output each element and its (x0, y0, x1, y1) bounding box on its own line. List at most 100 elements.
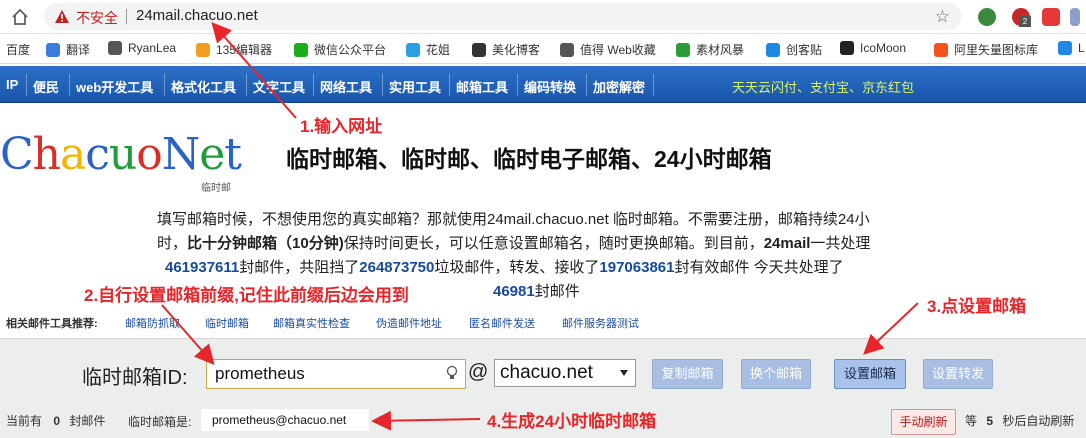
nav-item[interactable]: 文字工具 (253, 77, 305, 96)
logo-letter: h (32, 129, 61, 180)
set-mail-button[interactable]: 设置邮箱 (834, 359, 906, 389)
nav-item[interactable]: 加密解密 (593, 77, 645, 96)
site-nav: 天天云闪付、支付宝、京东红包 IP 便民 web开发工具 格式化工具 文字工具 网络工具实… (0, 66, 1086, 103)
nav-divider (26, 74, 27, 96)
mail-domain-select[interactable]: chacuo.net (494, 359, 636, 387)
bookmark-favicon-icon (294, 42, 308, 57)
manual-refresh-button[interactable]: 手动刷新 (891, 409, 956, 435)
bookmarks-bar: 百度 翻译 RyanLea 135编辑器 微信公众平台 花姐 美化博客 值得 Web收藏 素材风… (0, 34, 1086, 64)
nav-divider (586, 74, 587, 96)
at-sign: @ (468, 361, 489, 383)
wait-prefix: 等 (965, 414, 978, 428)
bookmark-item[interactable]: 花姐 (406, 41, 450, 58)
bookmark-item[interactable]: 值得 Web收藏 (560, 41, 656, 58)
logo-letter: N (161, 129, 200, 180)
nav-item[interactable]: IP (6, 77, 18, 92)
nav-item[interactable]: 编码转换 (524, 77, 576, 96)
nav-divider (246, 74, 247, 96)
bookmark-label: IcoMoon (860, 41, 907, 55)
bookmark-item[interactable]: 阿里矢量图标库 (934, 41, 1038, 58)
extension-menu-icon[interactable] (1070, 8, 1080, 26)
bookmark-label: 值得 Web收藏 (580, 43, 656, 57)
bookmark-item[interactable]: 素材风暴 (676, 41, 744, 58)
nav-divider (164, 74, 165, 96)
logo-letter: o (136, 129, 162, 180)
bookmark-item[interactable]: 百度 (6, 41, 30, 58)
annotation-step4: 4.生成24小时临时邮箱 (487, 412, 657, 431)
bookmark-favicon-icon (766, 42, 780, 57)
wait-seconds: 5 (986, 414, 994, 428)
nav-slogan[interactable]: 天天云闪付、支付宝、京东红包 (732, 77, 914, 96)
bookmark-favicon-icon (1058, 41, 1072, 55)
mail-address-value[interactable]: prometheus@chacuo.net (201, 409, 369, 431)
annotation-step2: 2.自行设置邮箱前缀,记住此前缀后边会用到 (84, 286, 409, 305)
annotation-step3: 3.点设置邮箱 (927, 297, 1027, 316)
bookmark-label: 素材风暴 (696, 43, 745, 57)
intro-text: 保持时间更长，可以任意设置邮箱名，随时更换邮箱。到目前， (343, 235, 764, 252)
bookmark-label: 创客贴 (786, 43, 823, 57)
nav-item[interactable]: 邮箱工具 (456, 77, 508, 96)
total-processed-count: 461937611 (165, 259, 240, 276)
browser-toolbar: 不安全 24mail.chacuo.net ☆ 2 (0, 0, 1086, 34)
related-tool-link[interactable]: 邮箱防抓取 (125, 315, 180, 331)
bookmark-item[interactable]: 135编辑器 (196, 41, 272, 58)
bookmark-favicon-icon (840, 41, 854, 55)
nav-item[interactable]: 便民 (33, 77, 59, 96)
logo-letter: t (224, 129, 242, 180)
spam-blocked-count: 264873750 (359, 259, 435, 276)
mail-address-label: 临时邮箱是: (128, 415, 192, 429)
bookmark-star-icon[interactable]: ☆ (935, 7, 950, 27)
chacuonet-logo[interactable]: ChacuoNet (0, 133, 242, 177)
count-prefix: 当前有 (6, 414, 43, 428)
bookmark-item[interactable]: RyanLea (108, 41, 176, 55)
intro-text: 填写邮箱时候，不想使用您的真实邮箱？那就使用24mail.chacuo.net … (157, 211, 870, 228)
intro-text: 一共处理 (810, 235, 871, 252)
copy-mail-button[interactable]: 复制邮箱 (652, 359, 723, 389)
address-bar[interactable]: 不安全 24mail.chacuo.net ☆ (44, 3, 962, 30)
nav-item[interactable]: 网络工具 (320, 77, 372, 96)
bookmark-item[interactable]: 微信公众平台 (294, 41, 386, 58)
nav-item[interactable]: 实用工具 (389, 77, 441, 96)
related-tool-link[interactable]: 邮件服务器测试 (562, 315, 639, 331)
chevron-down-icon[interactable] (620, 370, 628, 376)
home-icon[interactable] (10, 7, 30, 27)
intro-emphasis: 24mail (763, 235, 811, 252)
nav-item[interactable]: web开发工具 (76, 77, 153, 96)
wait-suffix: 秒后自动刷新 (1002, 414, 1075, 428)
bookmark-label: 百度 (6, 43, 31, 57)
logo-letter: C (0, 129, 34, 180)
lightbulb-icon[interactable] (446, 365, 458, 381)
bookmark-item[interactable]: L (1058, 41, 1085, 55)
bookmark-item[interactable]: 创客贴 (766, 41, 822, 58)
related-tools-label: 相关邮件工具推荐: (6, 318, 98, 330)
related-tool-link[interactable]: 伪造邮件地址 (376, 315, 442, 331)
bookmark-item[interactable]: IcoMoon (840, 41, 906, 55)
annotation-step1: 1.输入网址 (300, 117, 383, 136)
bookmark-favicon-icon (196, 42, 210, 57)
bookmark-item[interactable]: 美化博客 (472, 41, 540, 58)
bookmark-label: L (1078, 41, 1085, 55)
bookmark-favicon-icon (472, 42, 486, 57)
extension-badge: 2 (1019, 16, 1031, 27)
related-tool-link[interactable]: 匿名邮件发送 (469, 315, 535, 331)
intro-text: 时， (157, 235, 188, 252)
nav-divider (653, 74, 654, 96)
url-text[interactable]: 24mail.chacuo.net (136, 7, 258, 24)
auto-refresh-status: 等 5 秒后自动刷新 (965, 412, 1074, 429)
set-forward-button[interactable]: 设置转发 (923, 359, 993, 389)
intro-text: 垃圾邮件，转发、接收了 (434, 259, 600, 276)
extension-globe-icon[interactable] (978, 8, 996, 26)
extension-red-icon[interactable] (1042, 8, 1060, 26)
nav-divider (449, 74, 450, 96)
mail-count-status: 当前有 0 封邮件 (6, 412, 105, 429)
change-mail-button[interactable]: 换个邮箱 (741, 359, 811, 389)
related-tool-link[interactable]: 临时邮箱 (205, 315, 249, 331)
count-suffix: 封邮件 (69, 414, 106, 428)
related-tool-link[interactable]: 邮箱真实性检查 (273, 315, 350, 331)
logo-subtitle: 临时邮 (201, 183, 231, 194)
bookmark-item[interactable]: 翻译 (46, 41, 90, 58)
nav-item[interactable]: 格式化工具 (171, 77, 236, 96)
omnibox-divider (126, 9, 127, 24)
mail-prefix-input[interactable] (206, 359, 466, 389)
bookmark-label: 花姐 (426, 43, 451, 57)
